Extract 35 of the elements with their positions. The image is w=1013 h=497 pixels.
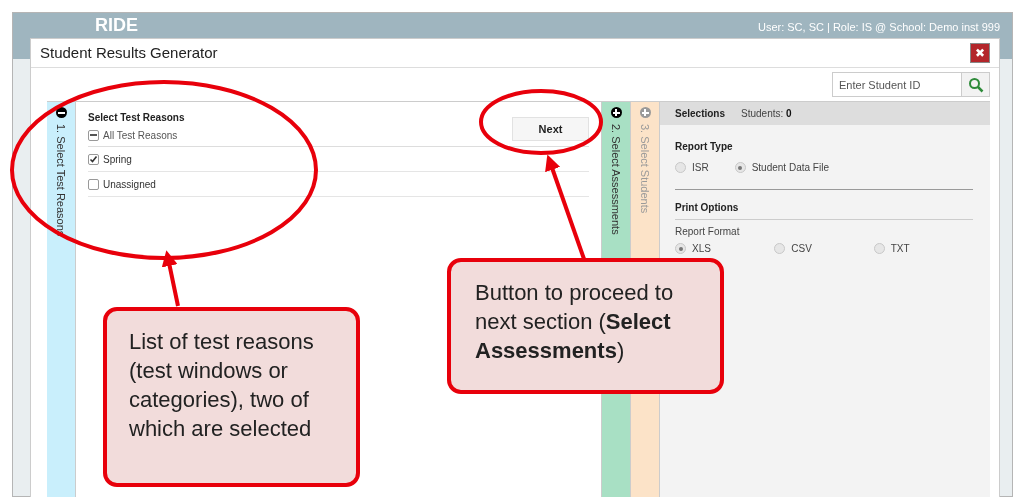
checkbox[interactable] — [88, 129, 99, 141]
step-tab[interactable]: 1. Select Test Reasons — [47, 102, 76, 497]
checkbox[interactable] — [88, 153, 99, 165]
search-icon — [967, 76, 984, 93]
radio-button[interactable] — [734, 162, 746, 173]
section-heading: Print Options — [675, 200, 973, 220]
checkbox[interactable] — [88, 178, 99, 190]
step-label: 2. Select Assessments — [609, 124, 624, 235]
radio-button[interactable] — [675, 162, 686, 173]
callout-text: List of test reasons (test windows or categories), two of which are selected — [129, 328, 315, 443]
radio-label: CSV — [791, 242, 812, 256]
logo: RIDE — [95, 15, 138, 35]
checkbox-label: Unassigned — [103, 177, 156, 192]
section-heading: Select Test Reasons — [88, 111, 185, 125]
radio-button[interactable] — [675, 243, 686, 254]
student-id-field[interactable]: Enter Student ID — [832, 72, 962, 97]
selections-heading: Selections — [675, 107, 726, 121]
next-button[interactable]: Next — [512, 117, 589, 141]
students-count: Students: 0 — [741, 107, 792, 121]
checkbox-label: Spring — [103, 152, 132, 167]
radio-button[interactable] — [873, 243, 885, 254]
search-button[interactable] — [962, 72, 990, 97]
radio-label: XLS — [692, 242, 711, 256]
user-info: User: SC, SC | Role: IS @ School: Demo inst 999 — [757, 20, 1000, 35]
radio-button[interactable] — [774, 243, 786, 254]
radio-label: Student Data File — [751, 161, 829, 175]
radio-label: ISR — [692, 161, 709, 175]
step-label: 3. Select Students — [638, 124, 653, 214]
radio-label: TXT — [890, 242, 910, 256]
step-label: 1. Select Test Reasons — [54, 124, 69, 237]
checkbox-label: All Test Reasons — [103, 128, 178, 143]
field-label: Report Format — [675, 225, 741, 239]
close-button[interactable]: ✖ — [970, 43, 990, 63]
dialog-title: Student Results Generator — [40, 42, 218, 63]
section-heading: Report Type — [675, 140, 734, 154]
